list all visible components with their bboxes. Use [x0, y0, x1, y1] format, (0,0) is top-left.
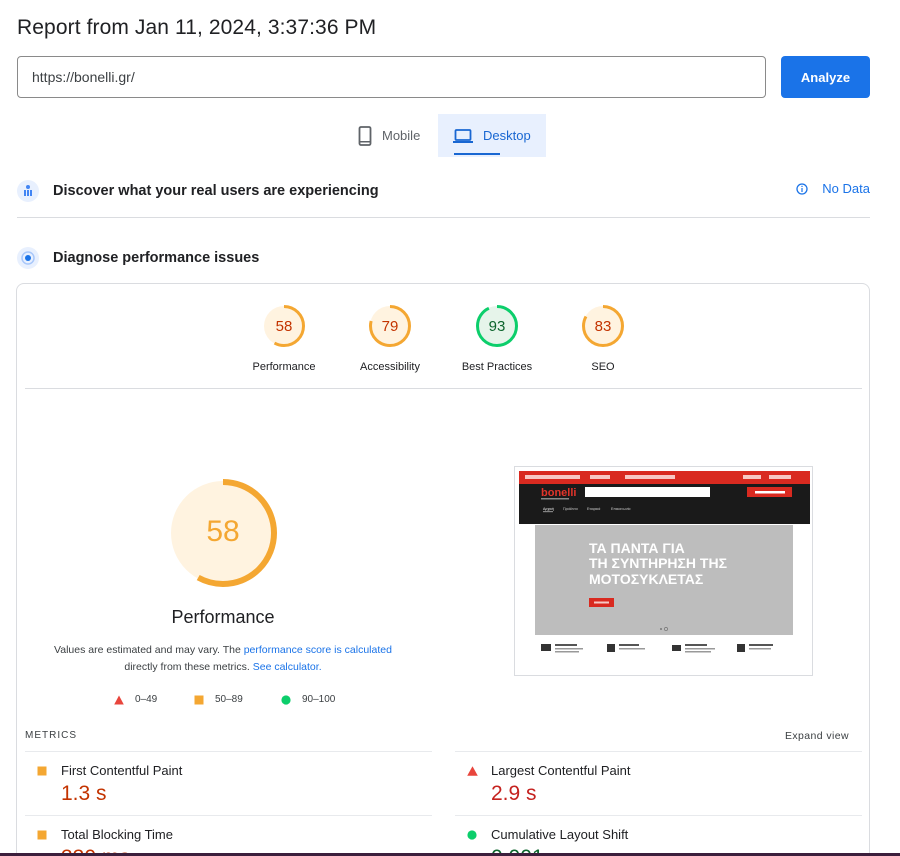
page-screenshot-thumbnail: bonelli Αρχική Προϊόντα Εταιρικά Επικοιν…	[519, 471, 810, 653]
metric-name: Largest Contentful Paint	[491, 763, 631, 778]
legend-pass: 90–100	[281, 694, 335, 705]
card-divider	[25, 388, 862, 389]
page-screenshot: bonelli Αρχική Προϊόντα Εταιρικά Επικοιν…	[514, 466, 813, 676]
circle-icon	[467, 830, 477, 840]
laptop-icon	[453, 128, 473, 143]
url-input[interactable]	[17, 56, 766, 98]
legend-average: 50–89	[194, 694, 243, 705]
info-icon	[796, 182, 808, 195]
score-gauge-accessibility[interactable]: 79 Accessibility	[335, 303, 445, 373]
see-calculator-link[interactable]: See calculator.	[253, 661, 322, 673]
diagnose-label: Diagnose performance issues	[53, 250, 260, 266]
tab-selected-indicator	[454, 153, 500, 155]
score-label: Performance	[252, 361, 316, 373]
screenshot-nav-item: Προϊόντα	[563, 507, 578, 511]
circle-icon	[281, 694, 291, 705]
no-data-label: No Data	[822, 181, 870, 196]
metrics-header: METRICS	[25, 730, 77, 741]
tab-desktop-label: Desktop	[483, 128, 531, 143]
screenshot-hero-line: ΤΑ ΠΑΝΤΑ ΓΙΑ	[589, 540, 685, 556]
metric-cumulative-layout-shift: Cumulative Layout Shift 0.001	[455, 815, 862, 856]
metric-name: Total Blocking Time	[61, 827, 173, 842]
square-icon	[194, 695, 204, 704]
triangle-icon	[467, 766, 478, 776]
device-tabs: Mobile Desktop	[0, 114, 900, 157]
tab-mobile-label: Mobile	[382, 128, 421, 143]
score-label: SEO	[591, 361, 615, 373]
gauge-ring: 58	[263, 305, 305, 347]
discover-label: Discover what your real users are experi…	[53, 183, 379, 199]
score-value: 58	[276, 318, 293, 335]
metric-name: First Contentful Paint	[61, 763, 183, 778]
performance-score-link[interactable]: performance score is calculated	[244, 644, 392, 656]
users-experience-icon	[17, 180, 39, 202]
phone-icon	[358, 125, 372, 146]
gauge-ring: 79	[369, 305, 411, 347]
note-text: directly from these metrics.	[124, 661, 253, 673]
legend-range: 50–89	[215, 694, 243, 705]
no-data-link[interactable]: No Data	[796, 181, 870, 196]
score-value: 93	[489, 318, 506, 335]
analyze-button[interactable]: Analyze	[781, 56, 870, 98]
section-divider	[17, 217, 870, 218]
gauge-ring: 93	[476, 305, 518, 347]
score-value: 83	[595, 318, 612, 335]
square-icon	[37, 830, 47, 840]
legend-range: 0–49	[135, 694, 158, 705]
discover-section: Discover what your real users are experi…	[17, 179, 870, 203]
score-value: 79	[382, 318, 399, 335]
screenshot-hero-line: ΜΟΤΟΣΥΚΛΕΤΑΣ	[589, 571, 703, 587]
score-label: Best Practices	[461, 361, 533, 373]
report-title: Report from Jan 11, 2024, 3:37:36 PM	[17, 16, 377, 39]
metric-largest-contentful-paint: Largest Contentful Paint 2.9 s	[455, 751, 862, 814]
screenshot-logo: bonelli	[541, 487, 576, 499]
tab-mobile[interactable]: Mobile	[343, 114, 438, 157]
expand-view-button[interactable]: Expand view	[785, 730, 849, 742]
metric-first-contentful-paint: First Contentful Paint 1.3 s	[25, 751, 432, 814]
note-text: Values are estimated and may vary. The	[54, 644, 244, 656]
score-gauge-best-practices[interactable]: 93 Best Practices	[442, 303, 552, 373]
screenshot-nav-item: Αρχική	[543, 507, 554, 511]
performance-big-gauge: 58	[168, 478, 278, 588]
performance-note: Values are estimated and may vary. The p…	[40, 642, 406, 676]
legend-fail: 0–49	[114, 694, 157, 705]
diagnose-icon	[17, 247, 39, 269]
square-icon	[37, 766, 47, 776]
screenshot-hero-line: ΤΗ ΣΥΝΤΗΡΗΣΗ ΤΗΣ	[589, 555, 727, 571]
metric-value: 2.9 s	[491, 782, 537, 805]
tab-desktop[interactable]: Desktop	[438, 114, 546, 157]
gauge-ring: 83	[582, 305, 624, 347]
legend-range: 90–100	[302, 694, 336, 705]
score-gauge-seo[interactable]: 83 SEO	[548, 303, 658, 373]
screenshot-nav-item: Επικοινωνία	[611, 507, 631, 511]
performance-score-value: 58	[206, 515, 239, 548]
score-label: Accessibility	[360, 361, 420, 373]
metric-total-blocking-time: Total Blocking Time 330 ms	[25, 815, 432, 856]
score-gauge-performance[interactable]: 58 Performance	[229, 303, 339, 373]
metric-value: 1.3 s	[61, 782, 107, 805]
screenshot-nav-item: Εταιρικά	[587, 507, 600, 511]
triangle-icon	[114, 695, 124, 704]
metric-name: Cumulative Layout Shift	[491, 827, 629, 842]
performance-title: Performance	[171, 607, 275, 627]
score-legend: 0–49 50–89 90–100	[0, 694, 900, 708]
diagnose-section: Diagnose performance issues	[17, 246, 870, 270]
